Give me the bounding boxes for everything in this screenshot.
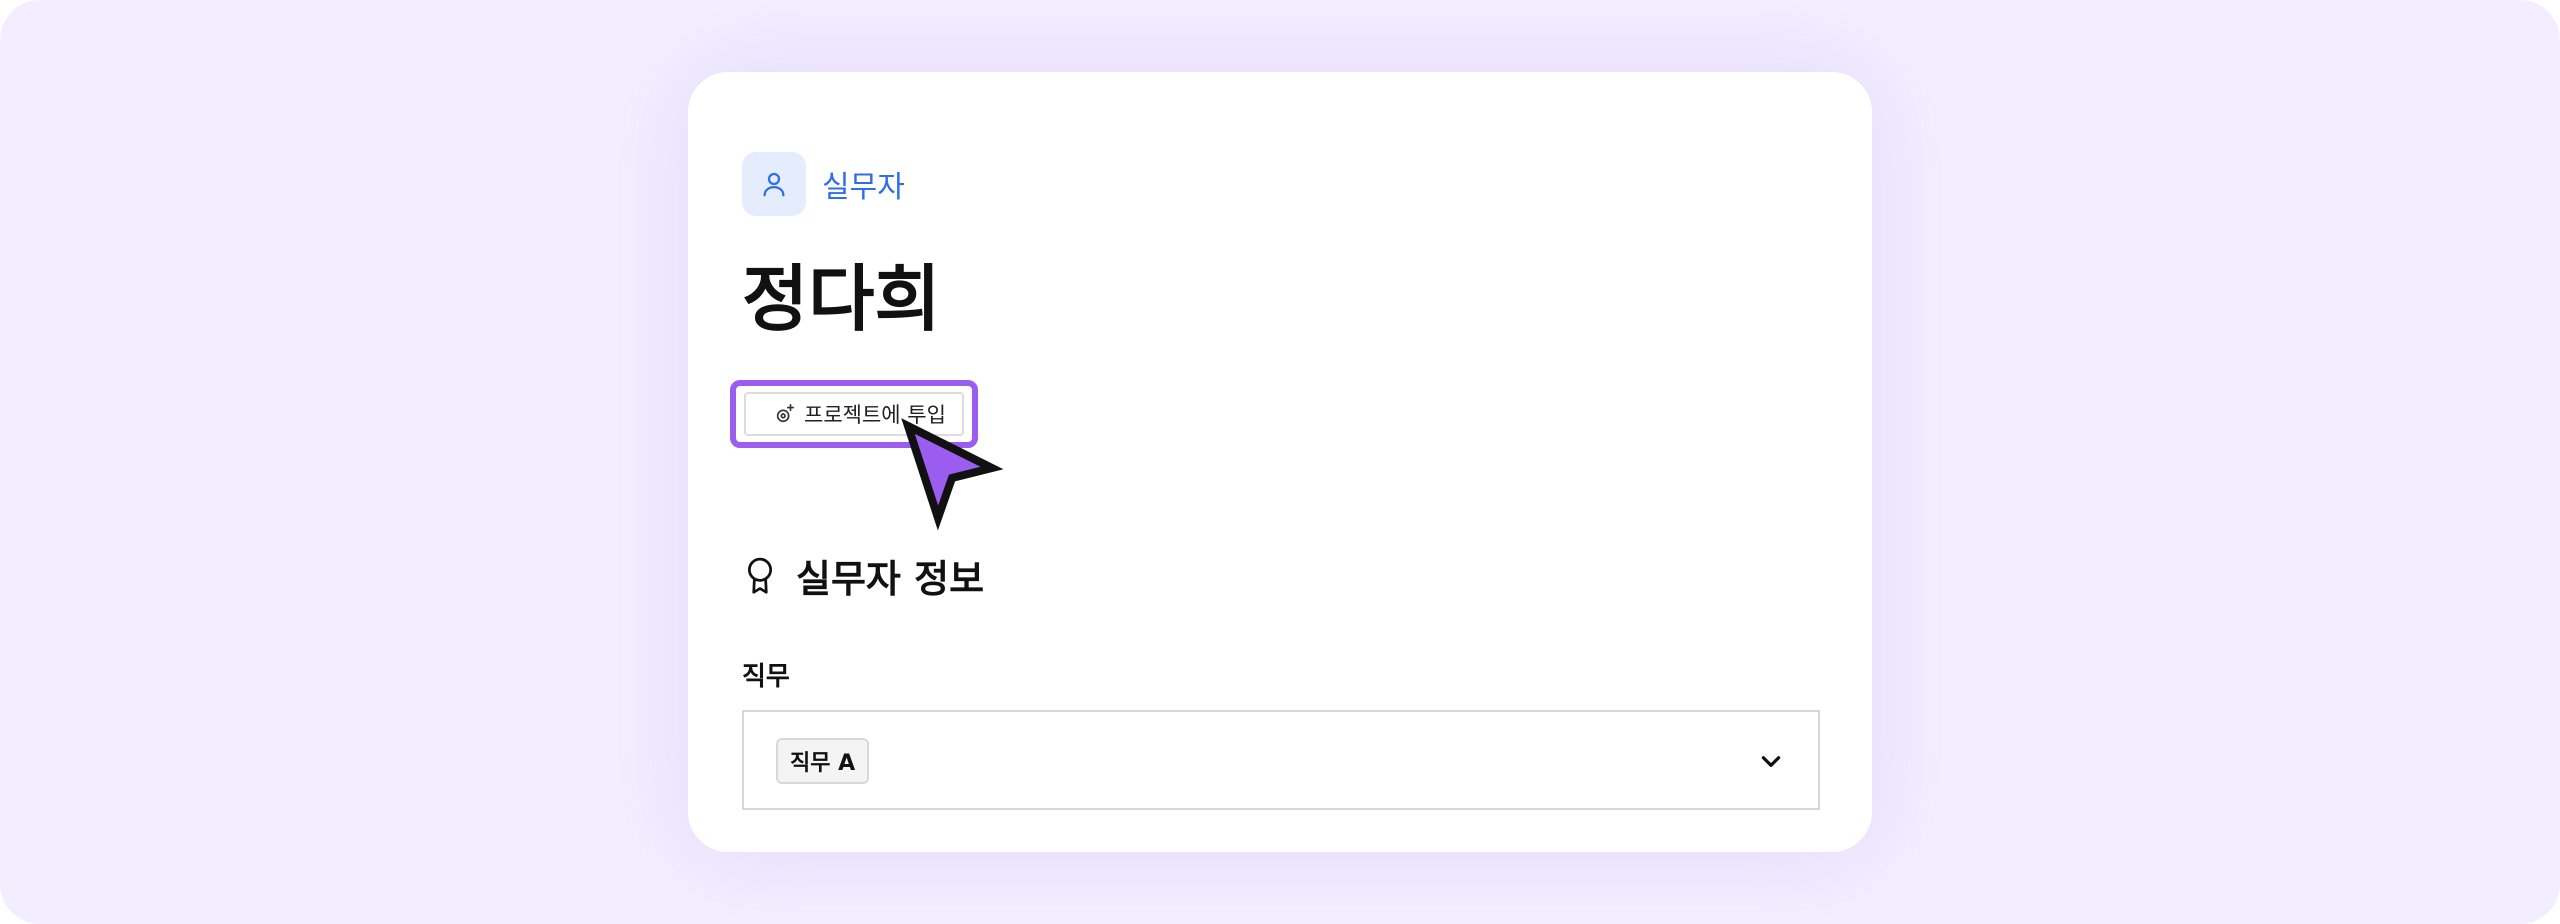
selected-job-chip[interactable]: 직무 A — [776, 738, 870, 784]
worker-profile-card: 실무자 정다희 프로젝트에 투입 실무자 정보 직무 직무 A — [688, 72, 1872, 852]
award-ribbon-icon — [742, 554, 778, 598]
pointer-cursor-icon — [901, 418, 1004, 531]
sparkle-gear-icon — [772, 401, 798, 427]
role-header: 실무자 — [742, 152, 905, 216]
job-field-label: 직무 — [742, 662, 790, 692]
role-label: 실무자 — [822, 170, 905, 205]
page-background: 실무자 정다희 프로젝트에 투입 실무자 정보 직무 직무 A — [0, 0, 2560, 924]
person-name: 정다희 — [742, 257, 941, 341]
chevron-down-icon[interactable] — [1758, 748, 1784, 774]
user-icon — [742, 152, 806, 216]
job-select[interactable]: 직무 A — [742, 710, 1820, 810]
